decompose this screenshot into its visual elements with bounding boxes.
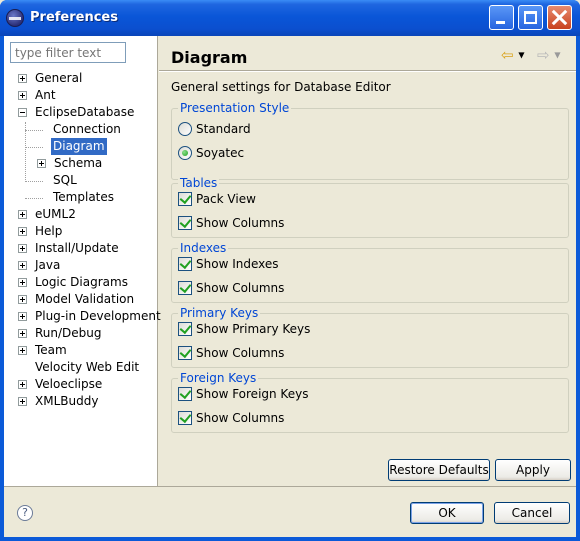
group-title: Indexes [178,241,229,255]
expand-plus-icon[interactable] [18,397,27,406]
checkbox-checked-icon[interactable] [178,411,192,425]
help-icon[interactable]: ? [17,505,33,521]
expand-plus-icon[interactable] [18,346,27,355]
maximize-button[interactable] [518,5,543,30]
page-description: General settings for Database Editor [171,80,391,94]
tree-guide-line [25,198,43,199]
presentation-style-group: Presentation Style Standard Soyatec [171,101,569,180]
foreign-keys-group: Foreign Keys Show Foreign Keys Show Colu… [171,371,569,433]
group-title: Presentation Style [178,101,292,115]
group-title: Tables [178,176,220,190]
back-arrow-icon: ⇦ [501,46,514,64]
checkbox-checked-icon[interactable] [178,281,192,295]
title-bar[interactable]: Preferences [0,0,580,36]
expand-plus-icon[interactable] [18,295,27,304]
maximize-icon [524,11,537,24]
tables-group: Tables Pack View Show Columns [171,176,569,238]
ok-button[interactable]: OK [410,502,484,524]
preference-page: Diagram ⇦ ▼ ⇨ ▼ General settings for Dat… [159,36,576,486]
expand-plus-icon[interactable] [18,74,27,83]
checkbox-checked-icon[interactable] [178,322,192,336]
radio-on-icon[interactable] [178,146,192,160]
expand-plus-icon[interactable] [18,91,27,100]
expand-plus-icon[interactable] [18,244,27,253]
filter-input[interactable] [10,42,126,63]
apply-button[interactable]: Apply [495,459,571,481]
button-bar-separator [4,486,576,487]
expand-plus-icon[interactable] [18,261,27,270]
expand-plus-icon[interactable] [18,329,27,338]
expand-plus-icon[interactable] [18,227,27,236]
checkbox-checked-icon[interactable] [178,192,192,206]
checkbox-checked-icon[interactable] [178,387,192,401]
forward-button[interactable]: ⇨ ▼ [537,46,565,64]
expand-plus-icon[interactable] [18,278,27,287]
minimize-button[interactable] [489,5,514,30]
preferences-window: Preferences General Ant EclipseDatabase … [0,0,580,541]
window-title: Preferences [30,10,118,25]
restore-defaults-button[interactable]: Restore Defaults [388,459,490,481]
chevron-down-icon[interactable]: ▼ [554,51,560,60]
expand-plus-icon[interactable] [18,312,27,321]
expand-plus-icon[interactable] [37,159,46,168]
checkbox-checked-icon[interactable] [178,257,192,271]
tree-guide-line [25,122,26,182]
forward-arrow-icon: ⇨ [537,46,550,64]
collapse-minus-icon[interactable] [18,108,27,117]
group-title: Foreign Keys [178,371,259,385]
close-button[interactable] [547,5,572,30]
primary-keys-group: Primary Keys Show Primary Keys Show Colu… [171,306,569,368]
close-icon [551,9,568,26]
indexes-group: Indexes Show Indexes Show Columns [171,241,569,303]
checkbox-checked-icon[interactable] [178,216,192,230]
tree-guide-line [25,147,43,148]
expand-plus-icon[interactable] [18,210,27,219]
cancel-button[interactable]: Cancel [494,502,570,524]
expand-plus-icon[interactable] [18,380,27,389]
dialog-body: General Ant EclipseDatabase Connection D… [4,36,576,537]
minimize-icon [496,21,505,24]
preference-tree-pane: General Ant EclipseDatabase Connection D… [4,36,161,486]
back-button[interactable]: ⇦ ▼ [501,46,529,64]
group-title: Primary Keys [178,306,261,320]
chevron-down-icon[interactable]: ▼ [518,51,524,60]
tree-guide-line [25,130,43,131]
page-title: Diagram [171,48,248,67]
eclipse-icon [6,9,24,27]
checkbox-checked-icon[interactable] [178,346,192,360]
radio-off-icon[interactable] [178,122,192,136]
tree-guide-line [25,181,43,182]
title-separator [159,70,576,72]
